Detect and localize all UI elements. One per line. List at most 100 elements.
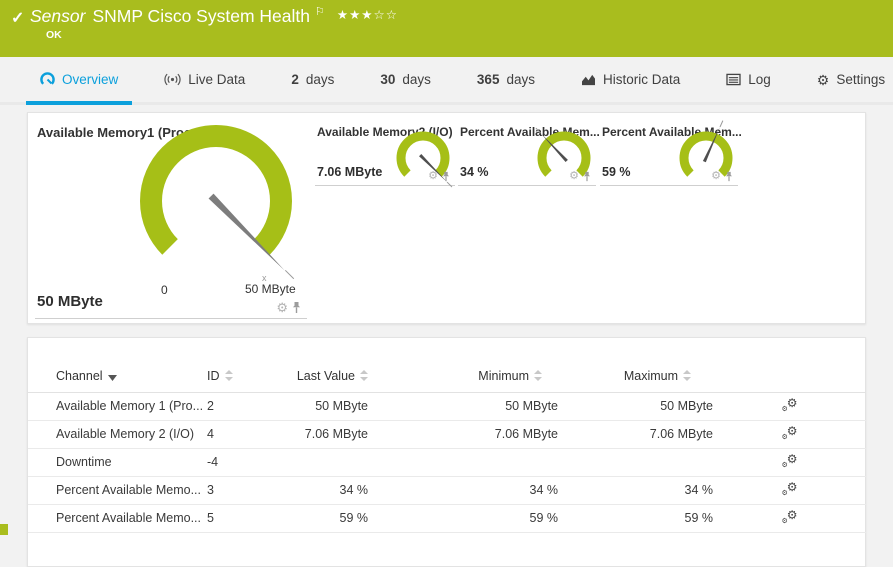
table-row: Percent Available Memo... 5 59 % 59 % 59… [28, 504, 866, 532]
gauge-dial [35, 122, 307, 297]
gauge-available-memory1: Available Memory1 (Processor) x 0 50 MBy… [35, 122, 307, 319]
tab-log[interactable]: Log [712, 57, 785, 102]
gauges-panel: Available Memory1 (Processor) x 0 50 MBy… [27, 112, 866, 324]
minimum-cell: 59 % [368, 504, 558, 532]
tab-label: Overview [62, 72, 118, 87]
tab-label: days [506, 72, 535, 87]
gauge-value: 7.06 MByte [317, 165, 382, 179]
gauge-value: 59 % [602, 165, 631, 179]
tab-label: days [306, 72, 335, 87]
channel-name-cell[interactable]: Percent Available Memo... [28, 476, 207, 504]
tab-overview[interactable]: Overview [26, 57, 132, 102]
minimum-cell: 7.06 MByte [368, 420, 558, 448]
channel-settings-icon[interactable]: ⚙⚙ [782, 481, 798, 496]
gauge-settings-gear-icon[interactable]: ⚙ [276, 301, 288, 314]
gauge-percent-available-memory-2: Percent Available Mem... 59 % ⚙ [600, 122, 738, 186]
gauge-title: Available Memory2 (I/O) [317, 125, 453, 139]
gauge-settings-gear-icon[interactable]: ⚙ [569, 171, 579, 182]
stars-empty[interactable]: ☆☆ [373, 8, 397, 22]
column-header-id[interactable]: ID [207, 362, 267, 392]
channel-name-cell[interactable]: Downtime [28, 448, 207, 476]
sort-desc-icon [108, 375, 117, 381]
stars-filled[interactable]: ★★★ [337, 8, 374, 22]
channels-panel: Channel ID Last Value Minimum Maximum [27, 337, 866, 567]
status-badge: OK [46, 29, 62, 41]
priority-stars[interactable]: ★★★☆☆ [337, 8, 398, 22]
tab-label: days [402, 72, 431, 87]
last-value-cell: 50 MByte [267, 392, 368, 420]
gauge-max-label: 50 MByte [245, 282, 296, 296]
pin-icon[interactable] [583, 171, 591, 182]
gauge-percent-available-memory-1: Percent Available Mem... 34 % ⚙ [458, 122, 596, 186]
tab-settings[interactable]: ⚙ Settings [803, 57, 893, 102]
gauge-available-memory2: Available Memory2 (I/O) 7.06 MByte ⚙ [315, 122, 455, 186]
channel-settings-icon[interactable]: ⚙⚙ [782, 453, 798, 468]
table-row: Available Memory 1 (Pro... 2 50 MByte 50… [28, 392, 866, 420]
sensor-header: ✓ SensorSNMP Cisco System Health⚐★★★☆☆ O… [0, 0, 893, 57]
channels-table: Channel ID Last Value Minimum Maximum [28, 362, 866, 533]
tab-historic-data[interactable]: Historic Data [567, 57, 694, 102]
pin-icon[interactable] [725, 171, 733, 182]
last-value-cell: 34 % [267, 476, 368, 504]
column-label: ID [207, 369, 220, 383]
maximum-cell: 59 % [558, 504, 713, 532]
table-row: Percent Available Memo... 3 34 % 34 % 34… [28, 476, 866, 504]
channel-settings-icon[interactable]: ⚙⚙ [782, 425, 798, 440]
channel-id-cell: -4 [207, 448, 267, 476]
live-signal-icon [164, 73, 181, 86]
area-chart-icon [581, 73, 596, 86]
corner-accent [0, 524, 8, 535]
maximum-cell: 50 MByte [558, 392, 713, 420]
tab-number: 365 [477, 72, 500, 87]
minimum-cell: 50 MByte [368, 392, 558, 420]
channel-name-cell[interactable]: Available Memory 2 (I/O) [28, 420, 207, 448]
column-header-maximum[interactable]: Maximum [558, 362, 713, 392]
channel-id-cell: 3 [207, 476, 267, 504]
column-header-last-value[interactable]: Last Value [267, 362, 368, 392]
tab-number: 30 [380, 72, 395, 87]
column-label: Last Value [297, 369, 355, 383]
tab-label: Historic Data [603, 72, 680, 87]
column-header-channel[interactable]: Channel [28, 362, 207, 392]
minimum-cell [368, 448, 558, 476]
tab-365-days[interactable]: 365 days [463, 57, 549, 102]
tab-live-data[interactable]: Live Data [150, 57, 259, 102]
gauge-value: 50 MByte [37, 293, 103, 310]
sort-both-icon [534, 370, 542, 381]
column-header-minimum[interactable]: Minimum [368, 362, 558, 392]
page-title: SNMP Cisco System Health [92, 6, 310, 26]
gauge-min-label: 0 [161, 283, 168, 297]
table-header-row: Channel ID Last Value Minimum Maximum [28, 362, 866, 392]
column-header-actions [713, 362, 866, 392]
channel-settings-icon[interactable]: ⚙⚙ [782, 397, 798, 412]
gear-icon: ⚙ [817, 73, 830, 87]
pin-icon[interactable] [442, 171, 450, 182]
sort-both-icon [225, 370, 233, 381]
table-row: Downtime -4 ⚙⚙ [28, 448, 866, 476]
tab-30-days[interactable]: 30 days [366, 57, 445, 102]
sort-both-icon [683, 370, 691, 381]
tab-2-days[interactable]: 2 days [277, 57, 348, 102]
column-label: Maximum [624, 369, 678, 383]
gauge-settings-gear-icon[interactable]: ⚙ [711, 171, 721, 182]
pin-icon[interactable] [292, 301, 301, 314]
flag-icon[interactable]: ⚐ [315, 6, 325, 18]
gauge-title: Available Memory1 (Processor) [37, 125, 230, 140]
sensor-title-line: SensorSNMP Cisco System Health⚐★★★☆☆ [30, 5, 398, 27]
tab-label: Live Data [188, 72, 245, 87]
channel-name-cell[interactable]: Available Memory 1 (Pro... [28, 392, 207, 420]
last-value-cell [267, 448, 368, 476]
maximum-cell: 7.06 MByte [558, 420, 713, 448]
gauge-settings-gear-icon[interactable]: ⚙ [428, 171, 438, 182]
status-ok-check-icon: ✓ [11, 8, 24, 28]
gauge-value: 34 % [460, 165, 489, 179]
channel-settings-icon[interactable]: ⚙⚙ [782, 509, 798, 524]
tab-bar: Overview Live Data 2 days 30 days 365 da… [0, 57, 893, 105]
maximum-cell [558, 448, 713, 476]
tab-number: 2 [291, 72, 299, 87]
channel-name-cell[interactable]: Percent Available Memo... [28, 504, 207, 532]
gauge-title: Percent Available Mem... [460, 125, 600, 139]
last-value-cell: 59 % [267, 504, 368, 532]
tab-label: Log [748, 72, 771, 87]
gauge-icon [40, 72, 55, 87]
